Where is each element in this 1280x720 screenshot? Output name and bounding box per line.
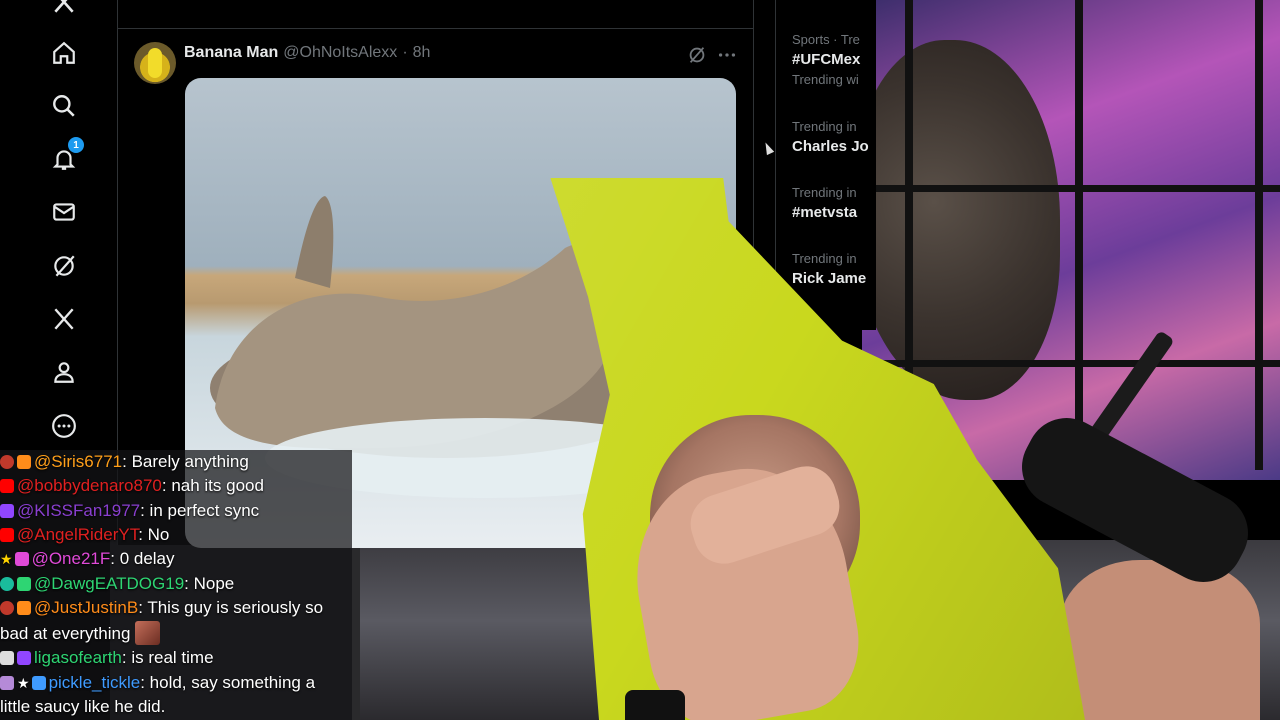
window-frame (862, 185, 1280, 192)
chat-text: : This guy is seriously so (138, 598, 324, 617)
more-options-icon[interactable] (716, 44, 738, 66)
avatar[interactable] (134, 42, 176, 84)
trend-title: Rick Jame (792, 270, 867, 287)
chat-message: @DawgEATDOG19: Nope (0, 572, 352, 596)
window-frame (1075, 0, 1083, 470)
window-frame (862, 360, 1280, 367)
gift-icon (0, 676, 14, 690)
chat-text: : is real time (121, 648, 214, 667)
window-frame (1255, 0, 1263, 470)
chat-text: : in perfect sync (140, 501, 260, 520)
youtube-icon (14, 552, 29, 566)
chat-message: ★ @One21F: 0 delay (0, 547, 352, 571)
chat-message: @AngelRiderYT: No (0, 523, 352, 547)
chat-username: @AngelRiderYT (17, 525, 139, 544)
grok-icon[interactable] (44, 246, 84, 286)
chat-text: : Nope (184, 574, 235, 593)
post-header: Banana Man @OhNoItsAlexx · 8h (184, 44, 430, 62)
trend-item[interactable]: Trending in #metvsta (792, 185, 882, 221)
chat-message: ★ pickle_tickle: hold, say something a (0, 671, 352, 695)
mouse-cursor (761, 140, 775, 156)
badge-icon (0, 651, 14, 665)
chat-text: : nah its good (161, 476, 264, 495)
chat-text: little saucy like he did. (0, 697, 166, 716)
chat-message-continued: bad at everything (0, 621, 352, 646)
twitch-icon (17, 651, 31, 665)
notification-badge: 1 (68, 137, 84, 153)
chat-username: @One21F (31, 549, 111, 568)
trend-subtext: Trending wi (792, 72, 859, 87)
profile-icon[interactable] (44, 352, 84, 392)
youtube-icon (17, 455, 31, 469)
trend-meta: Trending in (792, 185, 857, 200)
emote-icon (135, 621, 161, 645)
post-separator: · (402, 44, 408, 61)
home-icon[interactable] (44, 33, 84, 73)
twitch-icon (31, 676, 46, 690)
youtube-icon (17, 601, 31, 615)
premium-x-icon[interactable] (44, 299, 84, 339)
chat-message: @bobbydenaro870: nah its good (0, 474, 352, 498)
stream-frame: 1 Banana Man @OhNoItsAlexx · 8h Sports ·… (0, 0, 1280, 720)
member-badge-icon (0, 577, 14, 591)
chat-username: pickle_tickle (48, 673, 141, 692)
trends-panel: Sports · Tre #UFCMex Trending wi Trendin… (775, 0, 876, 330)
post-display-name[interactable]: Banana Man (184, 44, 278, 62)
search-icon[interactable] (44, 86, 84, 126)
chat-message-continued: little saucy like he did. (0, 695, 352, 719)
chat-message: @JustJustinB: This guy is seriously so (0, 596, 352, 620)
star-icon: ★ (0, 551, 13, 567)
youtube-icon (17, 577, 31, 591)
more-icon[interactable] (44, 406, 84, 446)
trend-meta: Trending in (792, 119, 857, 134)
chat-text: : hold, say something a (140, 673, 316, 692)
post-time[interactable]: 8h (413, 44, 431, 62)
chat-text: : 0 delay (110, 549, 175, 568)
chat-username: @bobbydenaro870 (17, 476, 162, 495)
streamer-shoulder (1060, 560, 1260, 720)
notifications-icon[interactable]: 1 (44, 137, 84, 179)
post-handle[interactable]: @OhNoItsAlexx (283, 44, 397, 62)
youtube-icon (0, 504, 14, 518)
star-icon: ★ (17, 675, 30, 691)
trend-item[interactable]: Sports · Tre #UFCMex Trending wi (792, 32, 882, 87)
chat-username: @JustJustinB (34, 598, 139, 617)
trend-title: #metvsta (792, 204, 858, 221)
chat-text: : No (138, 525, 170, 544)
feed-divider (118, 0, 753, 29)
youtube-icon (0, 479, 14, 493)
chat-text: : Barely anything (122, 452, 249, 471)
trend-meta: Trending in (792, 251, 857, 266)
youtube-icon (0, 528, 14, 542)
chat-message: @Siris6771: Barely anything (0, 450, 352, 474)
trend-item[interactable]: Trending in Rick Jame (792, 251, 882, 287)
messages-icon[interactable] (44, 192, 84, 232)
wrist-watch (625, 690, 685, 720)
trend-meta: Sports · Tre (792, 32, 860, 47)
trend-title: Charles Jo (792, 138, 869, 155)
x-logo-icon[interactable] (44, 0, 84, 22)
chat-username: @Siris6771 (34, 452, 123, 471)
moderator-badge-icon (0, 601, 14, 615)
chat-username: @KISSFan1977 (17, 501, 141, 520)
trend-item[interactable]: Trending in Charles Jo (792, 119, 882, 155)
chat-username: @DawgEATDOG19 (34, 574, 185, 593)
moderator-badge-icon (0, 455, 14, 469)
grok-icon[interactable] (686, 44, 708, 66)
trend-title: #UFCMex (792, 51, 861, 68)
chat-text: bad at everything (0, 624, 131, 643)
chat-message: ligasofearth: is real time (0, 646, 352, 670)
chat-overlay: @Siris6771: Barely anything @bobbydenaro… (0, 450, 352, 720)
chat-message: @KISSFan1977: in perfect sync (0, 499, 352, 523)
chat-username: ligasofearth (34, 648, 122, 667)
